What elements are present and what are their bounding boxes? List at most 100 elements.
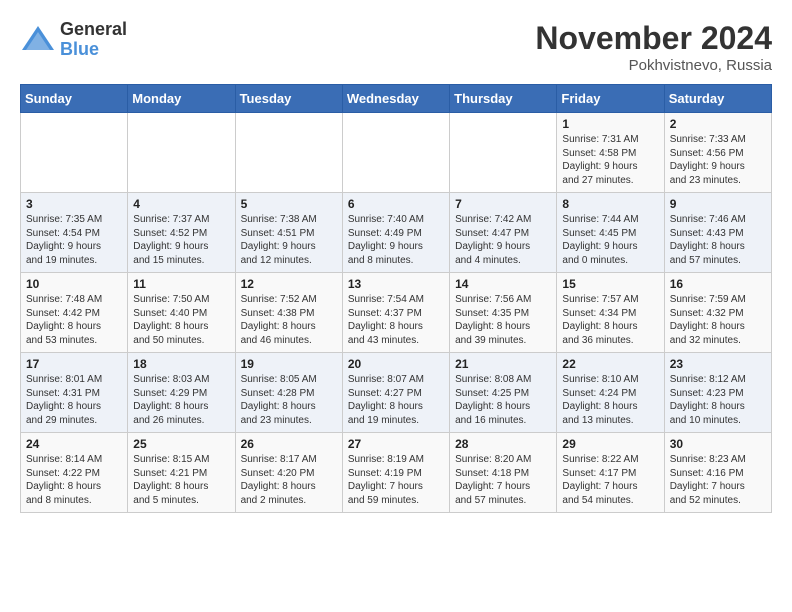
weekday-header: Saturday [664,85,771,113]
day-info: Sunrise: 7:42 AM Sunset: 4:47 PM Dayligh… [455,213,551,267]
day-number: 22 [562,357,658,371]
calendar: SundayMondayTuesdayWednesdayThursdayFrid… [20,84,772,513]
calendar-header: SundayMondayTuesdayWednesdayThursdayFrid… [21,85,772,113]
day-number: 2 [670,117,766,131]
day-number: 11 [133,277,229,291]
weekday-header: Thursday [450,85,557,113]
calendar-body: 1Sunrise: 7:31 AM Sunset: 4:58 PM Daylig… [21,113,772,513]
day-info: Sunrise: 7:44 AM Sunset: 4:45 PM Dayligh… [562,213,658,267]
day-info: Sunrise: 8:10 AM Sunset: 4:24 PM Dayligh… [562,373,658,427]
calendar-cell: 12 Sunrise: 7:52 AM Sunset: 4:38 PM Dayli… [235,273,342,353]
day-number: 28 [455,437,551,451]
day-info: Sunrise: 7:59 AM Sunset: 4:32 PM Dayligh… [670,293,766,347]
day-number: 6 [348,197,444,211]
day-number: 3 [26,197,122,211]
day-number: 5 [241,197,337,211]
day-info: Sunrise: 7:46 AM Sunset: 4:43 PM Dayligh… [670,213,766,267]
day-number: 8 [562,197,658,211]
calendar-cell: 6 Sunrise: 7:40 AM Sunset: 4:49 PM Daylig… [342,193,449,273]
day-info: Sunrise: 7:33 AM Sunset: 4:56 PM Dayligh… [670,133,766,187]
day-info: Sunrise: 7:54 AM Sunset: 4:37 PM Dayligh… [348,293,444,347]
day-number: 10 [26,277,122,291]
day-number: 27 [348,437,444,451]
day-info: Sunrise: 8:03 AM Sunset: 4:29 PM Dayligh… [133,373,229,427]
day-info: Sunrise: 7:37 AM Sunset: 4:52 PM Dayligh… [133,213,229,267]
calendar-cell: 30Sunrise: 8:23 AM Sunset: 4:16 PM Dayli… [664,433,771,513]
calendar-cell: 15 Sunrise: 7:57 AM Sunset: 4:34 PM Dayli… [557,273,664,353]
calendar-cell [342,113,449,193]
day-info: Sunrise: 7:52 AM Sunset: 4:38 PM Dayligh… [241,293,337,347]
day-info: Sunrise: 7:56 AM Sunset: 4:35 PM Dayligh… [455,293,551,347]
calendar-cell: 21 Sunrise: 8:08 AM Sunset: 4:25 PM Dayli… [450,353,557,433]
calendar-cell: 18 Sunrise: 8:03 AM Sunset: 4:29 PM Dayli… [128,353,235,433]
day-info: Sunrise: 8:01 AM Sunset: 4:31 PM Dayligh… [26,373,122,427]
day-info: Sunrise: 8:07 AM Sunset: 4:27 PM Dayligh… [348,373,444,427]
calendar-cell: 20 Sunrise: 8:07 AM Sunset: 4:27 PM Dayli… [342,353,449,433]
day-number: 25 [133,437,229,451]
calendar-cell: 4Sunrise: 7:37 AM Sunset: 4:52 PM Daylig… [128,193,235,273]
calendar-cell [128,113,235,193]
day-number: 12 [241,277,337,291]
day-number: 26 [241,437,337,451]
weekday-header: Monday [128,85,235,113]
weekday-header: Sunday [21,85,128,113]
calendar-week: 17Sunrise: 8:01 AM Sunset: 4:31 PM Dayli… [21,353,772,433]
day-number: 1 [562,117,658,131]
calendar-cell: 19Sunrise: 8:05 AM Sunset: 4:28 PM Dayli… [235,353,342,433]
calendar-cell: 7 Sunrise: 7:42 AM Sunset: 4:47 PM Daylig… [450,193,557,273]
day-info: Sunrise: 8:14 AM Sunset: 4:22 PM Dayligh… [26,453,122,507]
calendar-cell: 16 Sunrise: 7:59 AM Sunset: 4:32 PM Dayli… [664,273,771,353]
calendar-cell [235,113,342,193]
day-number: 24 [26,437,122,451]
logo-icon [20,22,56,58]
calendar-week: 10 Sunrise: 7:48 AM Sunset: 4:42 PM Dayli… [21,273,772,353]
calendar-cell: 13 Sunrise: 7:54 AM Sunset: 4:37 PM Dayli… [342,273,449,353]
calendar-week: 24 Sunrise: 8:14 AM Sunset: 4:22 PM Dayli… [21,433,772,513]
calendar-week: 3 Sunrise: 7:35 AM Sunset: 4:54 PM Daylig… [21,193,772,273]
calendar-cell: 10 Sunrise: 7:48 AM Sunset: 4:42 PM Dayli… [21,273,128,353]
logo-text: General Blue [60,20,127,60]
calendar-cell: 17Sunrise: 8:01 AM Sunset: 4:31 PM Dayli… [21,353,128,433]
day-number: 18 [133,357,229,371]
calendar-cell: 3 Sunrise: 7:35 AM Sunset: 4:54 PM Daylig… [21,193,128,273]
day-info: Sunrise: 8:22 AM Sunset: 4:17 PM Dayligh… [562,453,658,507]
day-info: Sunrise: 7:57 AM Sunset: 4:34 PM Dayligh… [562,293,658,347]
day-number: 16 [670,277,766,291]
day-number: 13 [348,277,444,291]
page-header: General Blue November 2024 Pokhvistnevo,… [20,20,772,74]
month-title: November 2024 [535,20,772,57]
calendar-cell: 26 Sunrise: 8:17 AM Sunset: 4:20 PM Dayli… [235,433,342,513]
title-block: November 2024 Pokhvistnevo, Russia [535,20,772,74]
day-info: Sunrise: 8:08 AM Sunset: 4:25 PM Dayligh… [455,373,551,427]
day-info: Sunrise: 7:48 AM Sunset: 4:42 PM Dayligh… [26,293,122,347]
logo: General Blue [20,20,127,60]
calendar-cell: 28 Sunrise: 8:20 AM Sunset: 4:18 PM Dayli… [450,433,557,513]
calendar-cell: 22 Sunrise: 8:10 AM Sunset: 4:24 PM Dayli… [557,353,664,433]
calendar-cell: 25 Sunrise: 8:15 AM Sunset: 4:21 PM Dayli… [128,433,235,513]
day-number: 30 [670,437,766,451]
day-info: Sunrise: 7:40 AM Sunset: 4:49 PM Dayligh… [348,213,444,267]
calendar-cell [21,113,128,193]
day-info: Sunrise: 8:17 AM Sunset: 4:20 PM Dayligh… [241,453,337,507]
calendar-cell [450,113,557,193]
day-info: Sunrise: 8:19 AM Sunset: 4:19 PM Dayligh… [348,453,444,507]
logo-general: General [60,20,127,40]
day-number: 9 [670,197,766,211]
calendar-cell: 14Sunrise: 7:56 AM Sunset: 4:35 PM Dayli… [450,273,557,353]
day-number: 21 [455,357,551,371]
logo-blue: Blue [60,40,127,60]
day-number: 7 [455,197,551,211]
weekday-header: Friday [557,85,664,113]
calendar-cell: 1Sunrise: 7:31 AM Sunset: 4:58 PM Daylig… [557,113,664,193]
day-info: Sunrise: 8:15 AM Sunset: 4:21 PM Dayligh… [133,453,229,507]
weekday-header: Wednesday [342,85,449,113]
day-info: Sunrise: 7:35 AM Sunset: 4:54 PM Dayligh… [26,213,122,267]
day-info: Sunrise: 8:05 AM Sunset: 4:28 PM Dayligh… [241,373,337,427]
day-number: 20 [348,357,444,371]
day-info: Sunrise: 7:50 AM Sunset: 4:40 PM Dayligh… [133,293,229,347]
calendar-cell: 8 Sunrise: 7:44 AM Sunset: 4:45 PM Daylig… [557,193,664,273]
calendar-cell: 24 Sunrise: 8:14 AM Sunset: 4:22 PM Dayli… [21,433,128,513]
calendar-cell: 29Sunrise: 8:22 AM Sunset: 4:17 PM Dayli… [557,433,664,513]
day-number: 15 [562,277,658,291]
day-info: Sunrise: 8:20 AM Sunset: 4:18 PM Dayligh… [455,453,551,507]
